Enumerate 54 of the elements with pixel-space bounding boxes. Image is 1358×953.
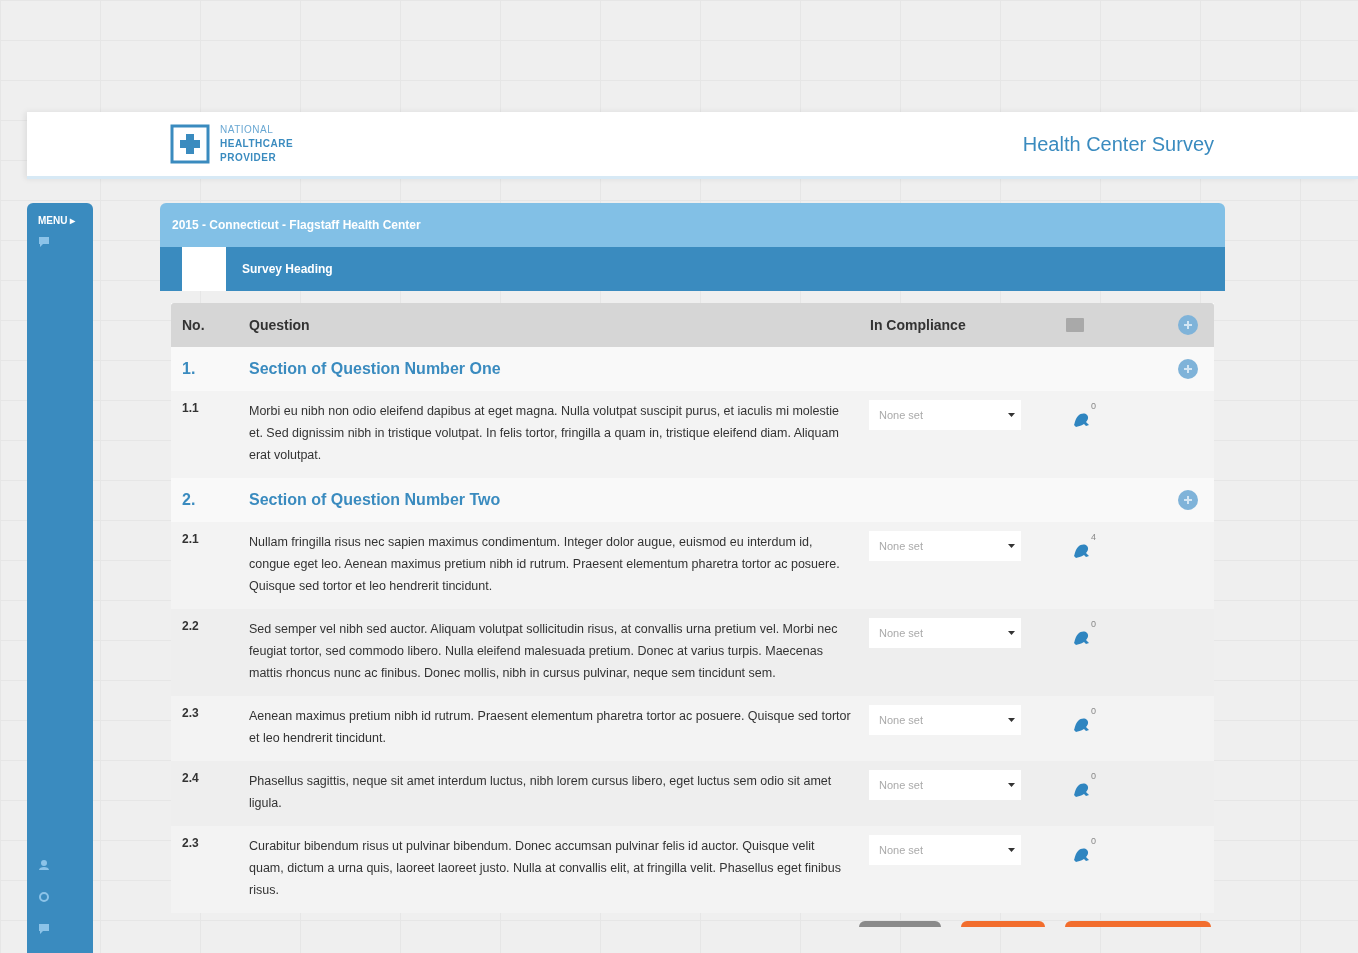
question-text: Nullam fringilla risus nec sapien maximus condimentum. Integer dolor augue, euismod eu interdum id, congue eget leo. Aenean maximus pretium nibh id rutrum. Praesent elementum pharetra tortor ac posuere. Quisque sed tortor et leo hendrerit tincidunt. [249,534,841,595]
section-title: Section of Question Number One [249,360,502,378]
question-number: 2.4 [181,770,200,785]
question-number: 2.3 [181,835,200,850]
compliance-dropdown[interactable]: None set [869,400,1021,430]
caret-icon [1008,631,1015,635]
comment-count: 0 [1091,401,1096,411]
footer-button[interactable] [961,921,1045,927]
comment-icon [1066,318,1084,332]
compliance-dropdown[interactable]: None set [869,618,1021,648]
compliance-dropdown[interactable]: None set [869,770,1021,800]
tab[interactable]: Survey Heading [226,247,349,291]
question-text: Sed semper vel nibh sed auctor. Aliquam volutpat sollicitudin risus, at convallis urna pretium vel. Morbi nec feugiat tortor, sed commodo libero. Nulla eleifend malesuada pretium. Donec at varius turpis. Maecenas mattis rhoncus nunc ac finibus. Donec mollis, nibh in cursus pulvinar, neque sem tincidunt sem. [249,621,839,682]
speech-bubble-icon[interactable] [38,923,50,935]
column-header: Question [249,317,311,333]
add-icon[interactable] [1178,315,1198,335]
question-text: Aenean maximus pretium nibh id rutrum. Praesent elementum pharetra tortor ac posuere. Quisque sed tortor et leo hendrerit tincidunt. [249,708,852,747]
caret-icon [1008,718,1015,722]
add-icon[interactable] [1178,359,1198,379]
footer-button[interactable] [859,921,941,927]
caret-icon [1008,783,1015,787]
person-icon[interactable] [38,859,50,871]
compliance-dropdown[interactable]: None set [869,705,1021,735]
section-number: 1. [181,360,197,378]
question-number: 2.3 [181,705,200,720]
caret-icon [1008,848,1015,852]
comment-count: 0 [1091,706,1096,716]
comment-count: 0 [1091,836,1096,846]
compliance-dropdown[interactable]: None set [869,531,1021,561]
column-header: In Compliance [869,317,967,333]
page-title: Health Center Survey [1022,132,1214,156]
column-header: No. [181,317,206,333]
comment-count: 4 [1091,532,1096,542]
section-title: Section of Question Number Two [249,491,502,509]
question-text: Curabitur bibendum risus ut pulvinar bibendum. Donec accumsan pulvinar felis id auctor. Quisque velit quam, dictum a urna quis, laoreet laoreet justo. Nulla at convallis elit, at fringilla velit. Phasellus eget finibus risus. [249,838,842,899]
speech-bubble-icon[interactable] [38,236,50,248]
add-icon[interactable] [1178,490,1198,510]
question-text: Morbi eu nibh non odio eleifend dapibus at eget magna. Nulla volutpat suscipit purus, et iaculis mi molestie et. Sed dignissim nibh in tristique volutpat. In felis tortor, fringilla a quam in, tristique eleifend diam. Aliquam erat volutpat. [249,403,840,464]
plus-logo-icon [170,124,210,164]
question-number: 1.1 [181,400,200,415]
compliance-dropdown[interactable]: None set [869,835,1021,865]
caret-icon [1008,413,1015,417]
comment-count: 0 [1091,771,1096,781]
ring-icon[interactable] [38,891,50,903]
section-number: 2. [181,491,197,509]
question-text: Phasellus sagittis, neque sit amet interdum luctus, nibh lorem cursus libero, eget luctus sem odio sit amet ligula. [249,773,833,812]
caret-icon [1008,544,1015,548]
menu-button[interactable]: MENU ▸ [38,215,76,226]
comment-count: 0 [1091,619,1096,629]
logo-text: NATIONAL HEALTHCARE PROVIDER [220,123,294,165]
question-number: 2.2 [181,618,200,633]
footer-button[interactable] [1065,921,1211,927]
panel-title-bar: 2015 - Connecticut - Flagstaff Health Center [160,203,1225,247]
question-number: 2.1 [181,531,200,546]
